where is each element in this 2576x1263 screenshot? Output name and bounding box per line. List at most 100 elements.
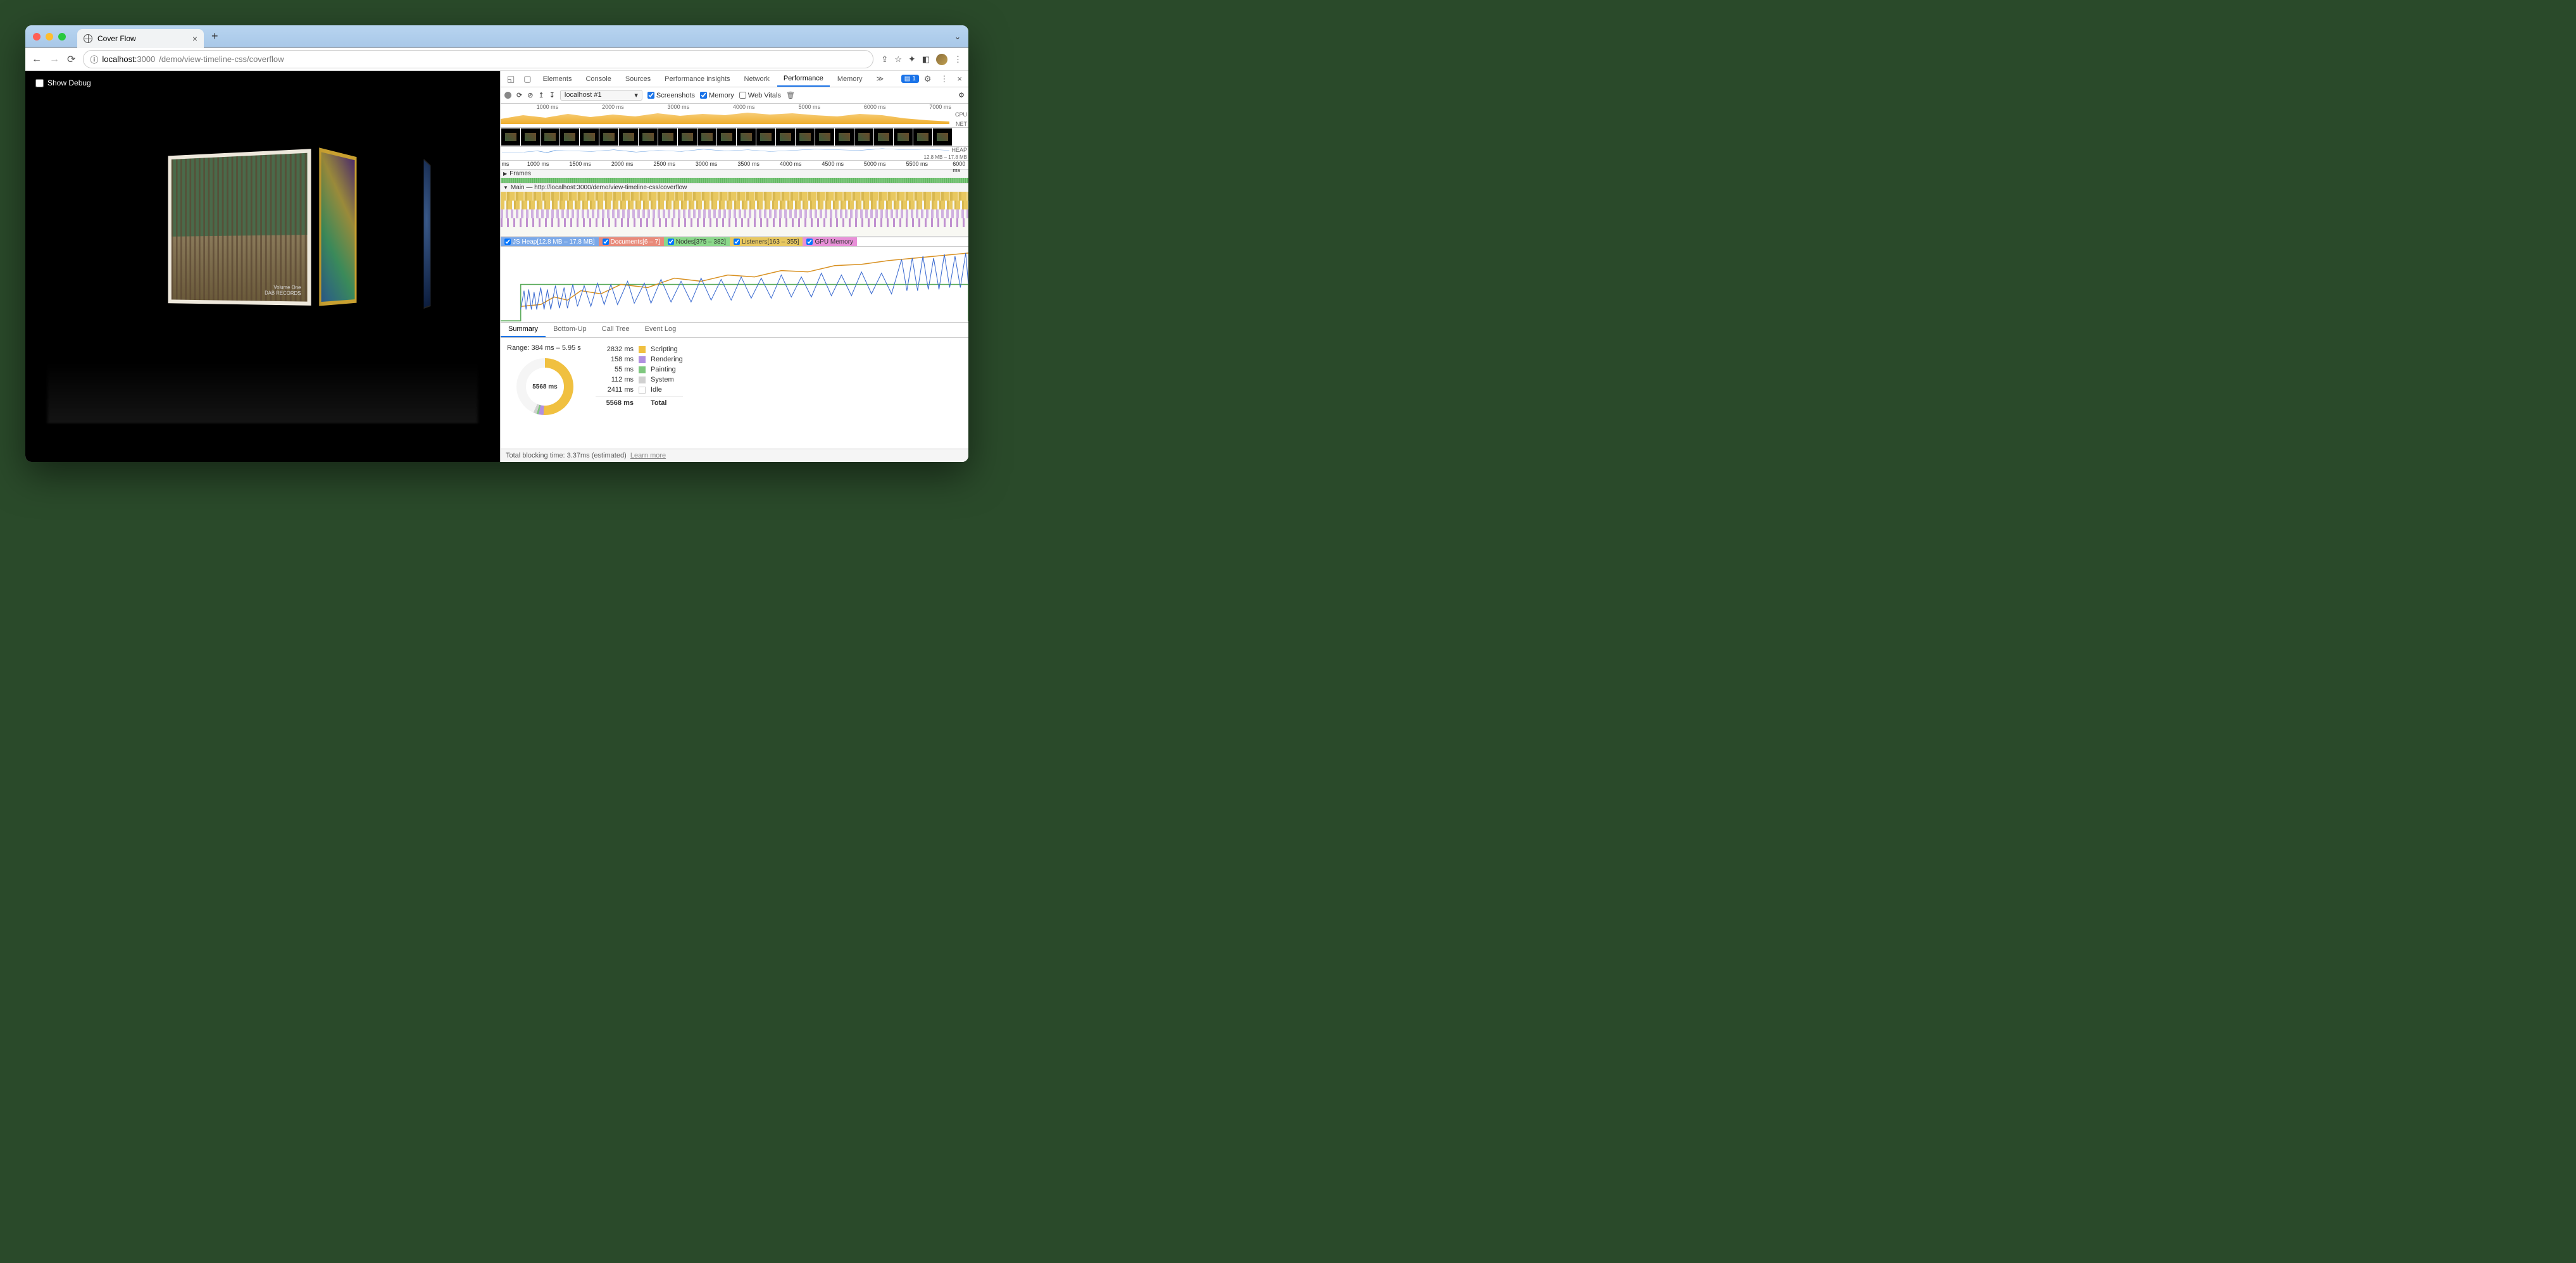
frame-thumb[interactable]: [835, 128, 854, 146]
inspect-icon[interactable]: ◱: [503, 74, 518, 84]
profile-select[interactable]: localhost #1▾: [560, 90, 642, 101]
main-track[interactable]: Main — http://localhost:3000/demo/view-t…: [501, 184, 968, 237]
record-icon[interactable]: [504, 92, 511, 99]
frame-thumb[interactable]: [658, 128, 677, 146]
tab-perf-insights[interactable]: Performance insights: [658, 72, 736, 86]
disclosure-icon[interactable]: [503, 170, 507, 177]
tab-close-icon[interactable]: ×: [192, 34, 197, 44]
tab-calltree[interactable]: Call Tree: [594, 323, 637, 337]
devtools-panel: ◱ ▢ Elements Console Sources Performance…: [500, 71, 968, 462]
frames-track[interactable]: Frames: [501, 170, 968, 184]
tab-elements[interactable]: Elements: [537, 72, 578, 86]
memory-chart[interactable]: [501, 247, 968, 323]
chevron-down-icon[interactable]: ⌄: [954, 32, 961, 41]
frame-thumb[interactable]: [639, 128, 658, 146]
counter-gpu[interactable]: GPU Memory: [803, 237, 857, 246]
disclosure-icon[interactable]: [503, 184, 508, 191]
reload-record-icon[interactable]: ⟳: [516, 91, 522, 99]
heap-strip[interactable]: HEAP 12.8 MB – 17.8 MB: [501, 147, 968, 161]
cover-main[interactable]: [168, 149, 311, 306]
frame-thumb[interactable]: [678, 128, 697, 146]
frame-thumb[interactable]: [619, 128, 638, 146]
upload-icon[interactable]: ↥: [538, 91, 544, 99]
frame-thumb[interactable]: [854, 128, 873, 146]
tab-memory[interactable]: Memory: [831, 72, 869, 86]
frame-thumb[interactable]: [913, 128, 932, 146]
tab-bottomup[interactable]: Bottom-Up: [546, 323, 594, 337]
titlebar: Cover Flow × + ⌄: [25, 25, 968, 48]
memory-counters: JS Heap[12.8 MB – 17.8 MB] Documents[6 –…: [501, 237, 968, 247]
panel-icon[interactable]: ◧: [922, 54, 930, 65]
counter-docs[interactable]: Documents[6 – 7]: [599, 237, 664, 246]
frame-thumb[interactable]: [580, 128, 599, 146]
learn-more-link[interactable]: Learn more: [630, 452, 666, 459]
heap-range: 12.8 MB – 17.8 MB: [924, 154, 967, 160]
tab-more[interactable]: ≫: [870, 72, 891, 86]
counter-heap[interactable]: JS Heap[12.8 MB – 17.8 MB]: [501, 237, 599, 246]
reload-icon[interactable]: ⟳: [67, 53, 75, 66]
tab-network[interactable]: Network: [738, 72, 776, 86]
browser-tab[interactable]: Cover Flow ×: [77, 29, 204, 48]
frame-thumb[interactable]: [737, 128, 756, 146]
gear-icon[interactable]: ⚙: [958, 91, 965, 99]
tab-sources[interactable]: Sources: [619, 72, 657, 86]
minimize-icon[interactable]: [46, 33, 53, 40]
flame-chart[interactable]: [501, 192, 968, 236]
close-icon[interactable]: ×: [953, 74, 966, 84]
kebab-icon[interactable]: ⋮: [954, 54, 962, 65]
tab-console[interactable]: Console: [579, 72, 617, 86]
overview-strip[interactable]: 1000 ms 2000 ms 3000 ms 4000 ms 5000 ms …: [501, 104, 968, 128]
globe-icon: [84, 34, 92, 43]
close-icon[interactable]: [33, 33, 41, 40]
extensions-icon[interactable]: ✦: [908, 54, 916, 65]
share-icon[interactable]: ⇪: [881, 54, 888, 65]
download-icon[interactable]: ↧: [549, 91, 555, 99]
url-input[interactable]: ⓘ localhost:3000 /demo/view-timeline-css…: [83, 50, 873, 68]
timeline-ruler[interactable]: ms 1000 ms 1500 ms 2000 ms 2500 ms 3000 …: [501, 161, 968, 170]
frame-thumb[interactable]: [874, 128, 893, 146]
frame-thumb[interactable]: [541, 128, 560, 146]
memory-toggle[interactable]: Memory: [700, 92, 734, 99]
tab-performance[interactable]: Performance: [777, 72, 830, 87]
filmstrip[interactable]: [501, 128, 968, 147]
profile-avatar[interactable]: [936, 54, 947, 65]
gear-icon[interactable]: ⚙: [920, 74, 935, 84]
screenshots-toggle[interactable]: Screenshots: [647, 92, 695, 99]
cover-mid[interactable]: [319, 147, 356, 306]
frame-thumb[interactable]: [599, 128, 618, 146]
frame-thumb[interactable]: [501, 128, 520, 146]
show-debug-checkbox[interactable]: [35, 79, 44, 87]
bookmark-icon[interactable]: ☆: [894, 54, 902, 65]
page-viewport[interactable]: Show Debug: [25, 71, 500, 462]
overview-ruler: 1000 ms 2000 ms 3000 ms 4000 ms 5000 ms …: [501, 104, 968, 111]
clear-icon[interactable]: ⊘: [527, 91, 533, 99]
frame-thumb[interactable]: [776, 128, 795, 146]
webvitals-toggle[interactable]: Web Vitals: [739, 92, 781, 99]
frame-thumb[interactable]: [521, 128, 540, 146]
frame-thumb[interactable]: [560, 128, 579, 146]
frame-thumb[interactable]: [894, 128, 913, 146]
tab-eventlog[interactable]: Event Log: [637, 323, 684, 337]
show-debug-toggle[interactable]: Show Debug: [35, 78, 91, 87]
issues-badge[interactable]: ▤ 1: [901, 75, 919, 83]
trash-icon[interactable]: 🗑: [786, 91, 795, 99]
counter-nodes[interactable]: Nodes[375 – 382]: [664, 237, 730, 246]
frame-thumb[interactable]: [796, 128, 815, 146]
frame-thumb[interactable]: [815, 128, 834, 146]
device-icon[interactable]: ▢: [520, 74, 535, 84]
back-icon[interactable]: ←: [32, 54, 42, 65]
frame-thumb[interactable]: [756, 128, 775, 146]
counter-listeners[interactable]: Listeners[163 – 355]: [730, 237, 803, 246]
coverflow-stage[interactable]: [47, 140, 478, 393]
frame-thumb[interactable]: [697, 128, 716, 146]
forward-icon[interactable]: →: [49, 54, 59, 65]
tab-summary[interactable]: Summary: [501, 323, 546, 337]
frame-thumb[interactable]: [717, 128, 736, 146]
zoom-icon[interactable]: [58, 33, 66, 40]
kebab-icon[interactable]: ⋮: [936, 74, 952, 84]
info-icon[interactable]: ⓘ: [90, 53, 98, 65]
cpu-label: CPU: [955, 111, 967, 118]
cover-far[interactable]: [423, 159, 430, 309]
new-tab-icon[interactable]: +: [211, 30, 218, 43]
frame-thumb[interactable]: [933, 128, 952, 146]
